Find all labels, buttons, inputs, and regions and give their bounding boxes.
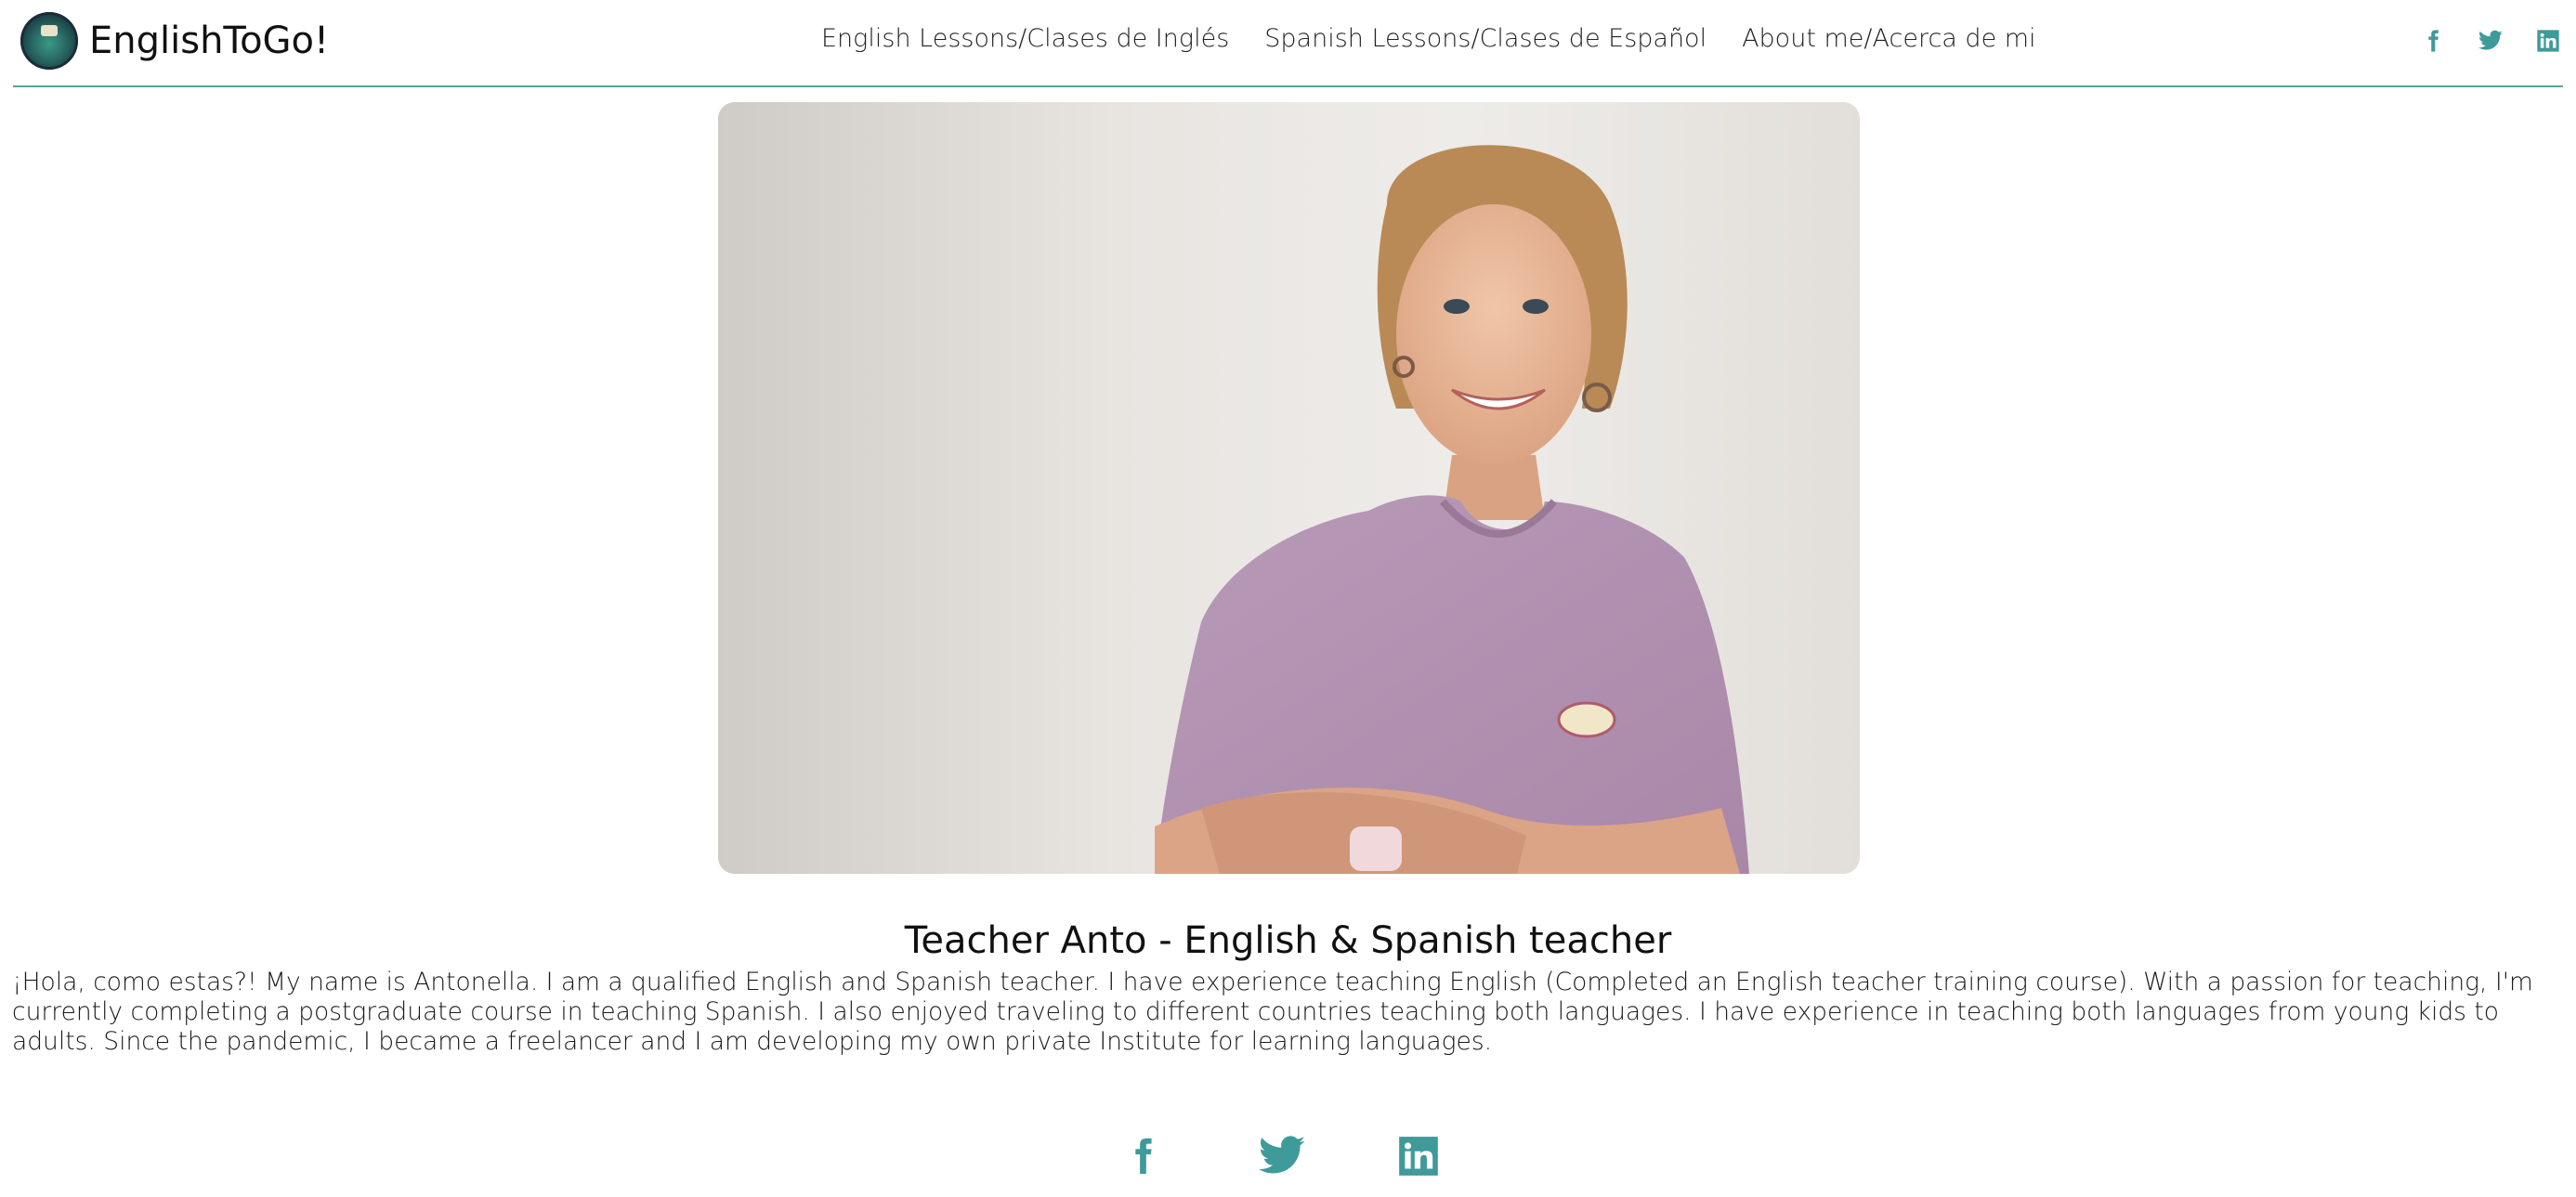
header-linkedin-link[interactable]: [2533, 26, 2563, 56]
linkedin-icon: [1399, 1137, 1438, 1176]
facebook-icon: [1135, 1138, 1152, 1175]
footer-twitter-link[interactable]: [1254, 1128, 1310, 1184]
profile-bio: ¡Hola, como estas?! My name is Antonella…: [12, 968, 2533, 1056]
site-header: EnglishToGo! English Lessons/Clases de I…: [13, 0, 2563, 87]
linkedin-icon: [2537, 30, 2559, 52]
teacher-photo: [718, 102, 1860, 874]
brand-name: EnglishToGo!: [89, 20, 330, 62]
header-twitter-link[interactable]: [2476, 26, 2505, 56]
facebook-icon: [2428, 30, 2439, 52]
twitter-icon: [2478, 30, 2503, 50]
nav-about-me[interactable]: About me/Acerca de mi: [1742, 24, 2036, 53]
brand-link[interactable]: EnglishToGo!: [20, 11, 329, 71]
footer-facebook-link[interactable]: [1115, 1128, 1170, 1184]
twitter-icon: [1259, 1136, 1305, 1174]
nav-english-lessons[interactable]: English Lessons/Clases de Inglés: [821, 24, 1229, 53]
footer-social-links: [1115, 1128, 1486, 1184]
header-facebook-link[interactable]: [2418, 26, 2448, 56]
main-nav: English Lessons/Clases de Inglés Spanish…: [821, 24, 2036, 53]
teacher-portrait-image: [718, 102, 1860, 874]
profile-title: Teacher Anto - English & Spanish teacher: [904, 919, 1672, 962]
header-social-links: [2418, 26, 2563, 56]
footer-linkedin-link[interactable]: [1391, 1128, 1446, 1184]
nav-spanish-lessons[interactable]: Spanish Lessons/Clases de Español: [1264, 24, 1706, 53]
logo-icon: [20, 12, 78, 70]
